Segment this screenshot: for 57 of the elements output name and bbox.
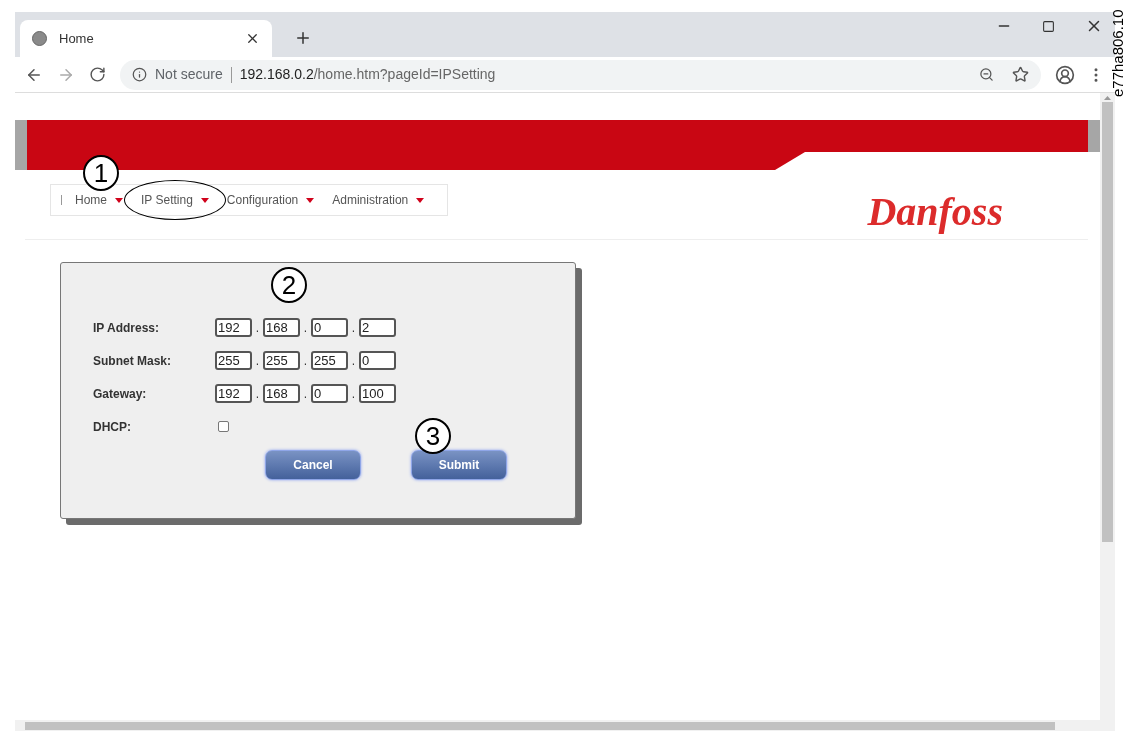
horizontal-scrollbar[interactable]	[15, 720, 1115, 731]
form-button[interactable]: Submit	[411, 450, 507, 480]
url-text: 192.168.0.2/home.htm?pageId=IPSetting	[239, 65, 496, 84]
octet-separator: .	[302, 385, 309, 403]
octet-input[interactable]: 100	[359, 384, 396, 403]
tab-title: Home	[59, 29, 94, 48]
callout-number: 3	[415, 418, 451, 454]
field-label: DHCP:	[93, 418, 132, 436]
octet-input[interactable]: 192	[215, 318, 252, 337]
nav-link[interactable]: Home	[75, 191, 107, 209]
nav-link[interactable]: Administration	[332, 191, 409, 209]
octet-input[interactable]: 0	[359, 351, 396, 370]
octet-input[interactable]: 0	[311, 318, 348, 337]
octet-input[interactable]: 255	[263, 351, 300, 370]
caret-icon	[200, 197, 209, 203]
octet-separator: .	[254, 352, 261, 370]
logo: Danfoss	[867, 188, 1003, 236]
octet-separator: .	[254, 385, 261, 403]
field-label: Subnet Mask:	[93, 352, 172, 370]
octet-input[interactable]: 255	[215, 351, 252, 370]
scroll-thumb[interactable]	[25, 721, 1055, 730]
zoom-icon[interactable]	[979, 67, 994, 82]
caret-icon	[306, 197, 315, 203]
maximize-icon[interactable]	[1042, 19, 1055, 33]
field-label: Gateway:	[93, 385, 148, 403]
nav-link[interactable]: Configuration	[226, 191, 299, 209]
octet-separator: .	[350, 385, 357, 403]
octet-input[interactable]: 2	[359, 318, 396, 337]
browser-tab[interactable]: Home	[20, 20, 272, 57]
octet-input[interactable]: 168	[263, 384, 300, 403]
globe-icon	[32, 31, 47, 46]
profile-icon[interactable]	[1055, 64, 1075, 85]
octet-separator: .	[254, 319, 261, 337]
octet-separator: .	[350, 352, 357, 370]
dhcp-checkbox[interactable]	[218, 421, 229, 432]
octet-input[interactable]: 0	[311, 384, 348, 403]
new-tab-icon[interactable]	[294, 29, 312, 47]
octet-input[interactable]: 192	[215, 384, 252, 403]
form-button[interactable]: Cancel	[265, 450, 361, 480]
info-icon	[132, 67, 147, 82]
octet-separator: .	[302, 352, 309, 370]
caret-icon	[416, 197, 425, 203]
security-label: Not secure	[155, 65, 223, 84]
octet-input[interactable]: 255	[311, 351, 348, 370]
octet-separator: .	[302, 319, 309, 337]
close-tab-icon[interactable]	[245, 31, 260, 46]
address-bar[interactable]: Not secure 192.168.0.2/home.htm?pageId=IPSetting	[120, 59, 1041, 90]
octet-input[interactable]: 168	[263, 318, 300, 337]
star-icon[interactable]	[1012, 66, 1029, 83]
scroll-thumb[interactable]	[1102, 102, 1113, 542]
callout-number: 1	[83, 155, 119, 191]
field-label: IP Address:	[93, 319, 161, 337]
callout-number: 2	[271, 267, 307, 303]
reload-icon[interactable]	[89, 66, 106, 83]
figure-code: e77ha806.10	[1107, 9, 1127, 98]
caret-icon	[115, 197, 123, 203]
octet-separator: .	[350, 319, 357, 337]
